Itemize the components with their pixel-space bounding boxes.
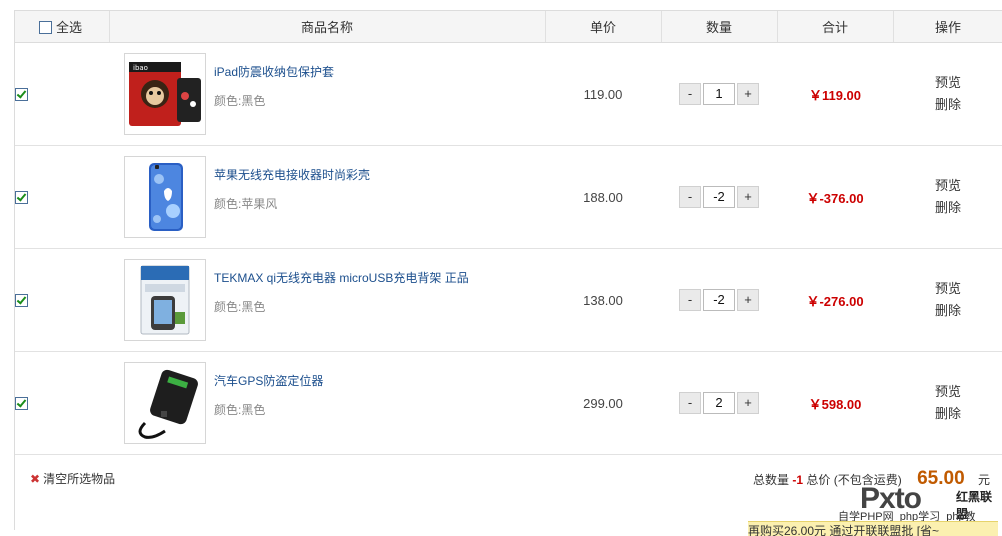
cart-panel: 全选 商品名称 单价 数量 合计 操作 ibao iPad防震收纳包保护套 颜色… xyxy=(14,10,1002,530)
quantity-stepper: - -2 + xyxy=(661,289,777,311)
table-row: TEKMAX qi无线充电器 microUSB充电背架 正品 颜色:黑色 138… xyxy=(15,248,1002,352)
row-checkbox[interactable] xyxy=(15,190,28,204)
svg-text:ibao: ibao xyxy=(133,64,148,72)
unit-price: 188.00 xyxy=(545,145,661,249)
preview-link[interactable]: 预览 xyxy=(893,72,1002,94)
table-row: 汽车GPS防盗定位器 颜色:黑色 299.00 - 2 + ￥598.00 预览 xyxy=(15,351,1002,455)
row-subtotal: ￥598.00 xyxy=(777,351,893,455)
table-header-row: 全选 商品名称 单价 数量 合计 操作 xyxy=(15,11,1002,43)
qty-minus-button[interactable]: - xyxy=(679,289,701,311)
delete-x-icon: ✖ xyxy=(30,472,41,486)
row-subtotal: ￥119.00 xyxy=(777,42,893,146)
product-image-wireless-charger[interactable] xyxy=(124,259,206,341)
delete-link[interactable]: 删除 xyxy=(893,300,1002,322)
total-qty-value: -1 xyxy=(792,473,804,487)
qty-input[interactable]: 2 xyxy=(703,392,735,414)
row-subtotal: ￥-276.00 xyxy=(777,248,893,352)
select-all-label: 全选 xyxy=(56,20,83,35)
row-checkbox[interactable] xyxy=(15,87,28,101)
qty-input[interactable]: -2 xyxy=(703,289,735,311)
table-row: 苹果无线充电接收器时尚彩壳 颜色:苹果风 188.00 - -2 + ￥-376… xyxy=(15,145,1002,249)
product-image-phone-case[interactable] xyxy=(124,156,206,238)
qty-plus-button[interactable]: + xyxy=(737,83,759,105)
qty-minus-button[interactable]: - xyxy=(679,83,701,105)
watermark: Pxto 红黑联盟 自学PHP网_php学习_php教 再购买26.00元 通过… xyxy=(748,482,1000,536)
total-price-value: 65.00 xyxy=(917,468,965,489)
unit-price: 119.00 xyxy=(545,42,661,146)
qty-plus-button[interactable]: + xyxy=(737,289,759,311)
product-attr: 颜色:苹果风 xyxy=(214,197,278,211)
row-subtotal: ￥-376.00 xyxy=(777,145,893,249)
col-name: 商品名称 xyxy=(109,11,546,43)
quantity-stepper: - 2 + xyxy=(661,392,777,414)
qty-minus-button[interactable]: - xyxy=(679,392,701,414)
select-all-checkbox[interactable] xyxy=(39,21,52,34)
product-image-gps-tracker[interactable] xyxy=(124,362,206,444)
col-qty: 数量 xyxy=(661,11,778,43)
select-all-cell[interactable]: 全选 xyxy=(15,11,110,43)
row-checkbox[interactable] xyxy=(15,396,28,410)
clear-selected-button[interactable]: ✖ 清空所选物品 xyxy=(30,470,115,487)
row-checkbox[interactable] xyxy=(15,293,28,307)
quantity-stepper: - -2 + xyxy=(661,186,777,208)
table-row: ibao iPad防震收纳包保护套 颜色:黑色 119.00 - 1 + ￥11… xyxy=(15,42,1002,146)
product-attr: 颜色:黑色 xyxy=(214,403,266,417)
qty-minus-button[interactable]: - xyxy=(679,186,701,208)
delete-link[interactable]: 删除 xyxy=(893,403,1002,425)
currency-label: 元 xyxy=(977,473,990,487)
product-attr: 颜色:黑色 xyxy=(214,94,266,108)
product-name-link[interactable]: 汽车GPS防盗定位器 xyxy=(214,372,323,389)
col-subtotal: 合计 xyxy=(777,11,894,43)
total-qty-label: 总数量 xyxy=(753,473,790,487)
qty-input[interactable]: -2 xyxy=(703,186,735,208)
col-ops: 操作 xyxy=(893,11,1002,43)
cart-table: 全选 商品名称 单价 数量 合计 操作 ibao iPad防震收纳包保护套 颜色… xyxy=(15,11,1002,455)
preview-link[interactable]: 预览 xyxy=(893,278,1002,300)
preview-link[interactable]: 预览 xyxy=(893,175,1002,197)
product-attr: 颜色:黑色 xyxy=(214,300,266,314)
product-name-link[interactable]: TEKMAX qi无线充电器 microUSB充电背架 正品 xyxy=(214,269,469,286)
unit-price: 299.00 xyxy=(545,351,661,455)
product-name-link[interactable]: iPad防震收纳包保护套 xyxy=(214,63,334,80)
preview-link[interactable]: 预览 xyxy=(893,381,1002,403)
qty-plus-button[interactable]: + xyxy=(737,186,759,208)
qty-plus-button[interactable]: + xyxy=(737,392,759,414)
unit-price: 138.00 xyxy=(545,248,661,352)
delete-link[interactable]: 删除 xyxy=(893,197,1002,219)
col-price: 单价 xyxy=(545,11,662,43)
delete-link[interactable]: 删除 xyxy=(893,94,1002,116)
clear-selected-label: 清空所选物品 xyxy=(43,472,116,486)
product-image-ipad-case[interactable]: ibao xyxy=(124,53,206,135)
qty-input[interactable]: 1 xyxy=(703,83,735,105)
quantity-stepper: - 1 + xyxy=(661,83,777,105)
product-name-link[interactable]: 苹果无线充电接收器时尚彩壳 xyxy=(214,166,370,183)
